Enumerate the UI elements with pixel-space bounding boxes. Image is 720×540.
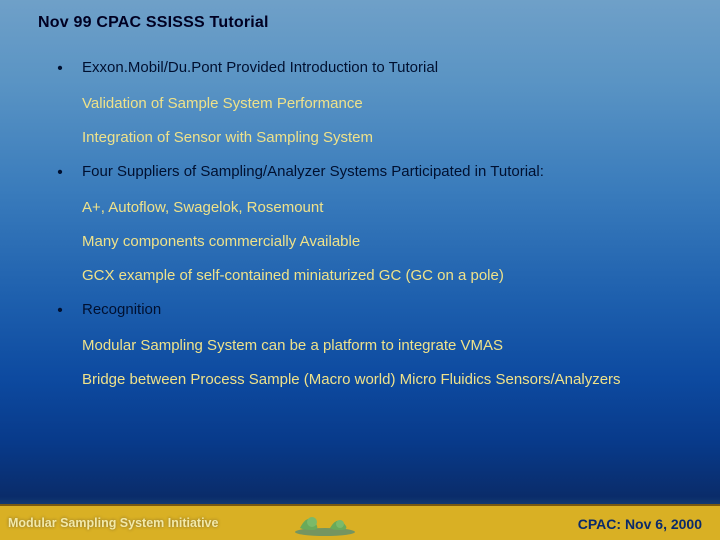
slide-content: • Exxon.Mobil/Du.Pont Provided Introduct… <box>38 58 692 404</box>
list-item: Many components commercially Available <box>38 232 692 252</box>
item-text: Many components commercially Available <box>82 232 692 252</box>
list-item: • Exxon.Mobil/Du.Pont Provided Introduct… <box>38 58 692 80</box>
list-item: • Four Suppliers of Sampling/Analyzer Sy… <box>38 162 692 184</box>
list-item: Modular Sampling System can be a platfor… <box>38 336 692 356</box>
list-item: • Recognition <box>38 300 692 322</box>
item-text: A+, Autoflow, Swagelok, Rosemount <box>82 198 692 218</box>
footer-right-text: CPAC: Nov 6, 2000 <box>578 516 702 532</box>
list-item: Bridge between Process Sample (Macro wor… <box>38 370 692 390</box>
list-item: Integration of Sensor with Sampling Syst… <box>38 128 692 148</box>
slide: Nov 99 CPAC SSISSS Tutorial • Exxon.Mobi… <box>0 0 720 540</box>
item-text: Integration of Sensor with Sampling Syst… <box>82 128 692 148</box>
list-item: GCX example of self-contained miniaturiz… <box>38 266 692 286</box>
item-text: Bridge between Process Sample (Macro wor… <box>82 370 692 390</box>
bullet-icon: • <box>38 300 82 322</box>
item-text: Exxon.Mobil/Du.Pont Provided Introductio… <box>82 58 692 78</box>
bullet-icon: • <box>38 162 82 184</box>
bullet-icon: • <box>38 58 82 80</box>
item-text: Four Suppliers of Sampling/Analyzer Syst… <box>82 162 692 182</box>
item-text: Validation of Sample System Performance <box>82 94 692 114</box>
item-text: GCX example of self-contained miniaturiz… <box>82 266 692 286</box>
item-text: Recognition <box>82 300 692 320</box>
list-item: A+, Autoflow, Swagelok, Rosemount <box>38 198 692 218</box>
footer-left-text: Modular Sampling System Initiative <box>8 516 218 530</box>
decorative-image-icon <box>290 502 360 536</box>
list-item: Validation of Sample System Performance <box>38 94 692 114</box>
slide-title: Nov 99 CPAC SSISSS Tutorial <box>38 14 269 32</box>
item-text: Modular Sampling System can be a platfor… <box>82 336 692 356</box>
